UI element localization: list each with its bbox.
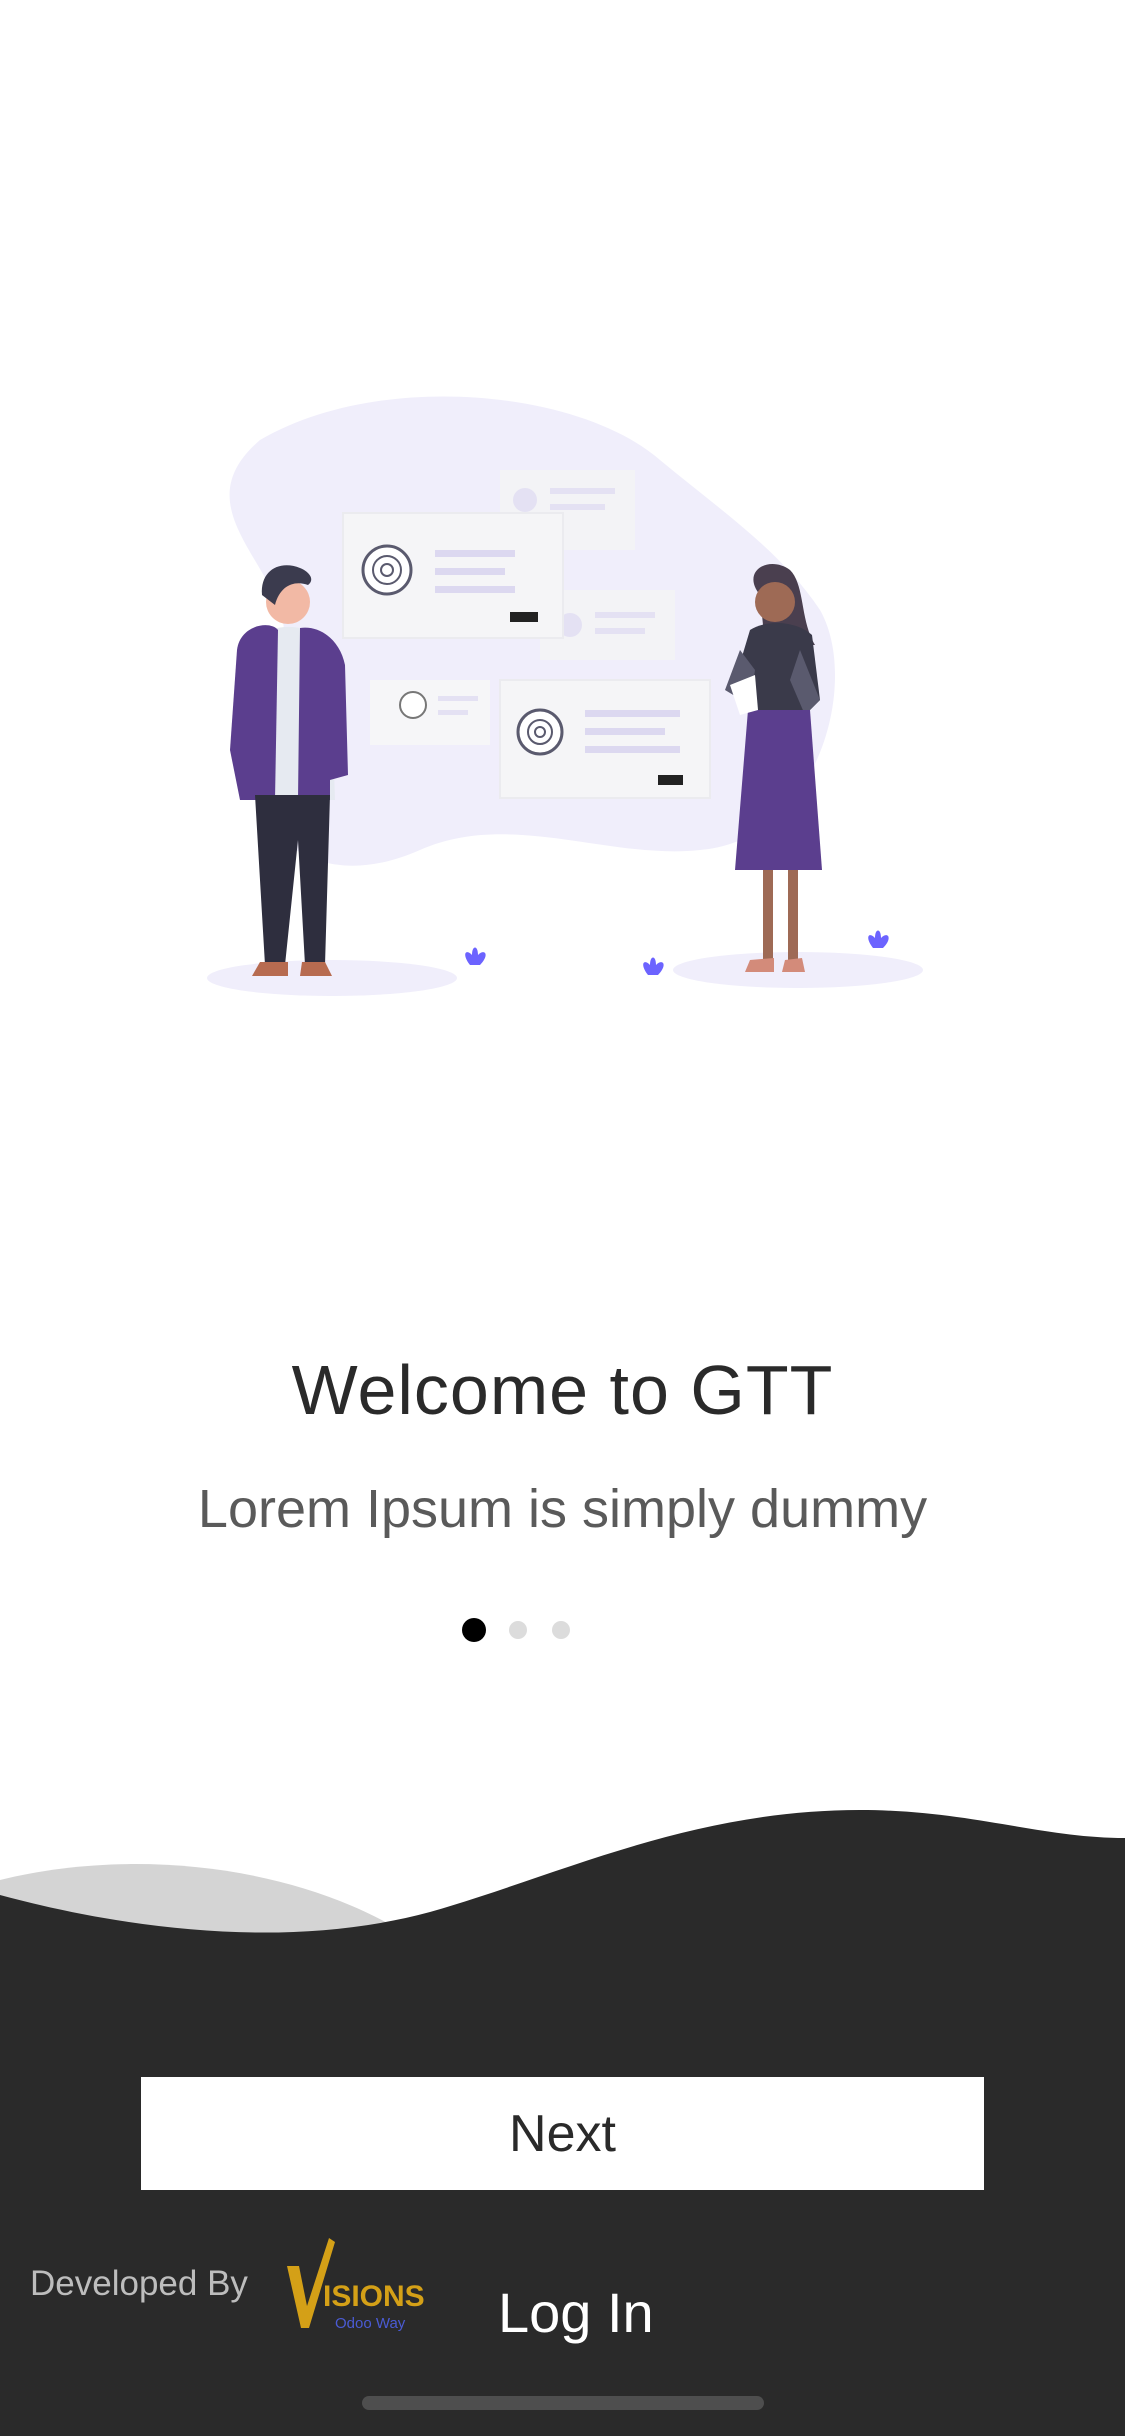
developed-by-label: Developed By	[30, 2264, 248, 2303]
login-link[interactable]: Log In	[498, 2280, 654, 2345]
page-dot[interactable]	[509, 1621, 527, 1639]
home-indicator[interactable]	[362, 2396, 764, 2410]
svg-text:Odoo Way: Odoo Way	[335, 2315, 406, 2332]
welcome-title: Welcome to GTT	[291, 1351, 834, 1429]
next-button[interactable]: Next	[141, 2077, 984, 2190]
visions-logo: ISIONS Odoo Way	[287, 2238, 425, 2332]
page-dot-active[interactable]	[462, 1618, 486, 1642]
page-dot[interactable]	[552, 1621, 570, 1639]
onboarding-screen: Welcome to GTT Lorem Ipsum is simply dum…	[0, 0, 1125, 2436]
svg-text:ISIONS: ISIONS	[323, 2280, 425, 2313]
page-indicator	[0, 1618, 1125, 1642]
welcome-subtitle: Lorem Ipsum is simply dummy	[197, 1479, 928, 1539]
onboarding-illustration	[207, 396, 923, 996]
